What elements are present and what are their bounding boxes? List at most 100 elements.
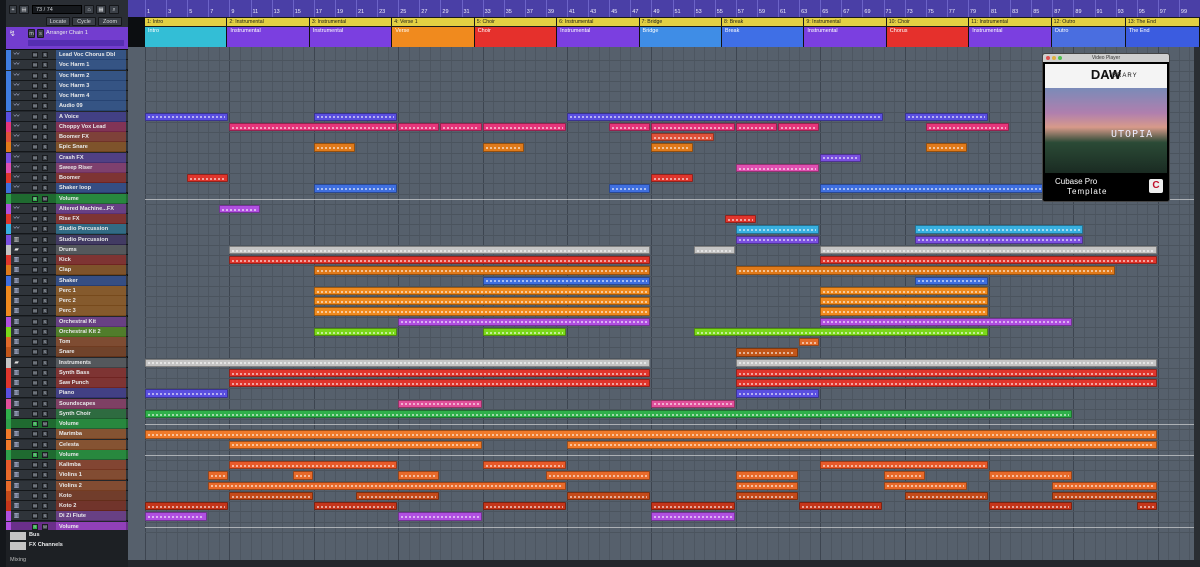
mute-button[interactable]: M — [32, 123, 38, 130]
mute-button[interactable]: M — [32, 134, 38, 140]
audio-event[interactable] — [735, 348, 799, 357]
audio-event[interactable] — [735, 389, 820, 398]
mute-button[interactable]: M — [32, 277, 38, 284]
solo-button[interactable]: S — [42, 175, 48, 181]
audio-event[interactable] — [229, 440, 482, 449]
mixing-label[interactable]: Mixing — [10, 557, 26, 563]
mute-button[interactable]: M — [32, 236, 38, 243]
horizontal-scrollbar[interactable] — [128, 560, 1200, 567]
solo-button[interactable]: S — [42, 216, 48, 222]
audio-event[interactable] — [313, 266, 651, 275]
audio-event[interactable] — [229, 461, 398, 470]
audio-event[interactable] — [735, 471, 799, 480]
video-player-window[interactable]: Video Player DAW LIBRARY UTOPIA Cubase P… — [1042, 53, 1170, 202]
track-row[interactable]: ▥ M S Orchestral Kit 2 — [6, 326, 128, 337]
audio-event[interactable] — [820, 286, 988, 295]
track-row[interactable]: ▥ M S Snare — [6, 347, 128, 358]
audio-event[interactable] — [725, 215, 756, 224]
track-row[interactable]: R W Volume — [6, 193, 128, 204]
audio-event[interactable] — [482, 327, 566, 336]
track-row[interactable]: 〰 M S Rise FX — [6, 214, 128, 224]
mute-button[interactable]: M — [32, 164, 38, 171]
mute-button[interactable]: M — [32, 472, 38, 479]
solo-button[interactable]: S — [42, 82, 48, 89]
arranger-section-6[interactable]: Instrumental — [557, 27, 639, 47]
track-row[interactable]: 〰 M S Sweep Riser — [6, 162, 128, 173]
audio-event[interactable] — [915, 276, 988, 285]
audio-event[interactable] — [545, 471, 651, 480]
solo-button[interactable]: S — [42, 93, 48, 99]
arranger-section-12[interactable]: Outro — [1051, 27, 1125, 47]
audio-event[interactable] — [567, 112, 883, 121]
audio-event[interactable] — [440, 122, 482, 131]
solo-button[interactable]: S — [42, 349, 48, 356]
solo-button[interactable]: S — [42, 236, 48, 243]
solo-button[interactable]: S — [42, 441, 48, 448]
audio-event[interactable] — [799, 502, 883, 511]
arranger-section-10[interactable]: Chorus — [886, 27, 969, 47]
track-row[interactable]: 〰 M S Lead Voc Chorus Dbl — [6, 50, 128, 60]
mute-button[interactable]: M — [32, 359, 38, 366]
marker-13[interactable]: 13: The End — [1125, 18, 1199, 26]
mute-button[interactable]: M — [32, 205, 38, 212]
solo-button[interactable]: S — [42, 359, 48, 366]
audio-event[interactable] — [145, 112, 229, 121]
marker-1[interactable]: 1: Intro — [145, 18, 227, 26]
audio-event[interactable] — [398, 399, 482, 408]
solo-button[interactable]: S — [42, 410, 48, 417]
track-presets-icon[interactable]: ▤ — [19, 5, 29, 14]
track-row[interactable]: 〰 M S Crash FX — [6, 152, 128, 163]
solo-button[interactable]: S — [42, 513, 48, 520]
mute-button[interactable]: M — [32, 62, 38, 69]
audio-event[interactable] — [904, 112, 988, 121]
audio-event[interactable] — [292, 471, 313, 480]
audio-event[interactable] — [208, 471, 229, 480]
audio-event[interactable] — [799, 338, 820, 347]
arranger-section-4[interactable]: Verse — [392, 27, 474, 47]
fx-channels-label[interactable]: FX Channels — [29, 542, 63, 548]
arranger-section-3[interactable]: Instrumental — [309, 27, 392, 47]
audio-event[interactable] — [735, 266, 1115, 275]
marker-track[interactable]: 1: Intro 2: Instrumental 3: Instrumental 4:… — [145, 17, 1200, 27]
solo-button[interactable]: S — [42, 267, 48, 274]
audio-event[interactable] — [229, 245, 651, 254]
marker-7[interactable]: 7: Bridge — [639, 18, 721, 26]
solo-button[interactable]: S — [42, 134, 48, 140]
track-row[interactable]: ▥ M S Kalimba — [6, 460, 128, 470]
audio-event[interactable] — [567, 491, 651, 500]
audio-event[interactable] — [482, 276, 651, 285]
solo-button[interactable]: S — [42, 318, 48, 325]
add-track-icon[interactable]: + — [9, 5, 17, 14]
track-row[interactable]: 〰 M S Altered Machine...FX — [6, 203, 128, 214]
solo-button[interactable]: S — [42, 185, 48, 192]
audio-event[interactable] — [820, 184, 1073, 193]
solo-button[interactable]: S — [42, 431, 48, 438]
track-row[interactable]: ▥ M S Di Zi Flute — [6, 511, 128, 522]
track-row[interactable]: ▥ M S Perc 2 — [6, 296, 128, 306]
track-row[interactable]: ▥ M S Shaker — [6, 275, 128, 286]
marker-6[interactable]: 6: Instrumental — [557, 18, 639, 26]
arranger-track[interactable]: ↯ m s Arranger Chain 1 — [6, 27, 128, 49]
mute-button[interactable]: M — [32, 441, 38, 448]
mute-button[interactable]: M — [32, 267, 38, 274]
audio-event[interactable] — [398, 471, 440, 480]
track-row[interactable]: ▰ M S Instruments — [6, 357, 128, 368]
track-row[interactable]: 〰 M S Voc Harm 3 — [6, 80, 128, 91]
audio-event[interactable] — [989, 471, 1073, 480]
audio-event[interactable] — [229, 379, 651, 388]
track-row[interactable]: ▥ M S Marimba — [6, 429, 128, 440]
maximize-icon[interactable] — [1058, 56, 1062, 60]
audio-event[interactable] — [820, 153, 862, 162]
mute-button[interactable]: M — [32, 369, 38, 376]
audio-event[interactable] — [820, 256, 1157, 265]
automation-curve[interactable] — [145, 454, 1200, 456]
mute-button[interactable]: M — [32, 257, 38, 263]
audio-event[interactable] — [313, 297, 651, 306]
audio-event[interactable] — [820, 317, 1073, 326]
arranger-solo-button[interactable]: s — [37, 29, 44, 38]
timeline-ruler[interactable]: 1 3 5 7 9 11 13 15 17 19 21 23 25 27 29 31 33 35 37 39 41 43 4… — [128, 0, 1200, 17]
mute-button[interactable]: M — [32, 492, 38, 499]
read-automation-button[interactable]: R — [32, 421, 38, 427]
track-row[interactable]: ▥ M S Clap — [6, 265, 128, 276]
home-icon[interactable]: ⌂ — [84, 5, 94, 14]
